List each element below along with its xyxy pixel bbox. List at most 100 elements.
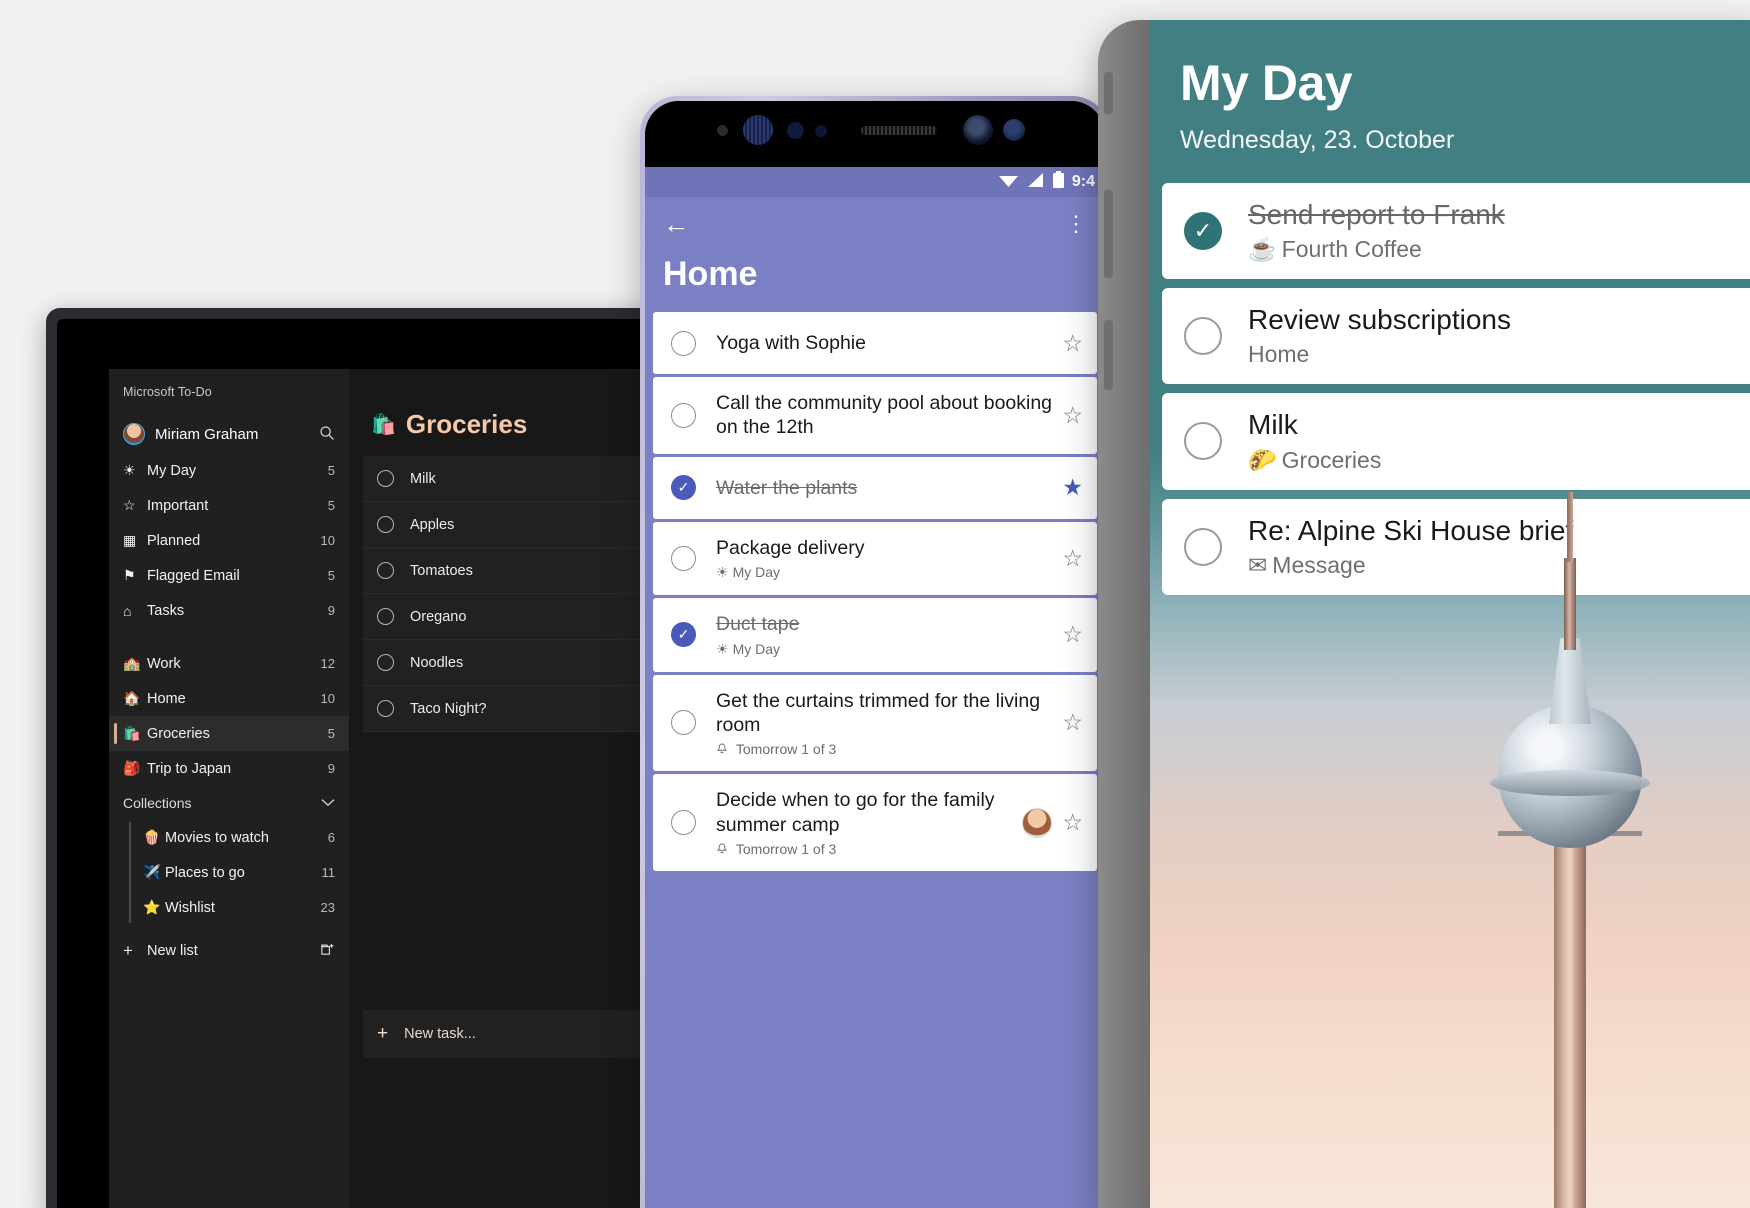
task-meta-label: Groceries [1281, 446, 1382, 473]
new-list-label: New list [147, 943, 198, 959]
airplane-icon: ✈️ [143, 864, 161, 880]
chevron-down-icon[interactable] [321, 796, 335, 810]
sidebar-item-places-to-go[interactable]: ✈️ Places to go 11 [109, 855, 349, 890]
list-item[interactable]: ✓ Duct tape ☀ My Day ☆ [653, 598, 1097, 672]
tower-spike [1564, 558, 1576, 650]
list-item[interactable]: Yoga with Sophie ☆ [653, 312, 1097, 374]
sidebar-item-label: Planned [147, 532, 201, 549]
task-meta-label: My Day [732, 640, 781, 657]
checkbox-circle-icon[interactable] [671, 402, 696, 428]
checkbox-circle-icon[interactable] [671, 810, 696, 836]
tower-mast [1554, 788, 1586, 1208]
list-item[interactable]: Review subscriptions Home [1162, 288, 1750, 385]
task-title: Noodles [410, 654, 464, 671]
sidebar-item-label: Places to go [165, 864, 245, 881]
new-group-icon[interactable] [320, 942, 335, 960]
earpiece-speaker [861, 126, 937, 135]
sidebar-item-work[interactable]: 🏫 Work 12 [109, 646, 349, 681]
list-item[interactable]: Get the curtains trimmed for the living … [653, 674, 1097, 772]
sensor-dot [717, 125, 728, 136]
sidebar-item-count: 23 [320, 900, 335, 915]
person-icon: 🏠 [123, 690, 141, 706]
desktop-sidebar: Microsoft To-Do Miriam Graham ☀ My Day 5… [109, 369, 349, 1208]
checkbox-checked-icon[interactable]: ✓ [671, 622, 696, 648]
search-icon[interactable] [319, 425, 335, 444]
sidebar-item-count: 10 [320, 691, 335, 706]
star-outline-icon[interactable]: ☆ [1062, 709, 1083, 736]
star-outline-icon[interactable]: ☆ [1062, 545, 1083, 572]
list-item[interactable]: ✓ Water the plants ★ [653, 456, 1097, 519]
star-filled-icon[interactable]: ★ [1062, 474, 1083, 501]
sidebar-item-important[interactable]: ☆ Important 5 [109, 488, 349, 523]
checkbox-circle-icon[interactable] [377, 562, 394, 579]
star-outline-icon[interactable]: ☆ [1062, 402, 1083, 429]
bell-icon [716, 741, 732, 757]
sidebar-item-tasks[interactable]: ⌂ Tasks 9 [109, 593, 349, 628]
checkbox-circle-icon[interactable] [377, 470, 394, 487]
android-app-bar-top: ← ⋮ [663, 211, 1087, 237]
date-label: Wednesday, 23. October [1180, 126, 1455, 154]
task-title: Oregano [410, 608, 467, 625]
checkbox-circle-icon[interactable] [377, 700, 394, 717]
sidebar-item-label: Trip to Japan [147, 760, 232, 777]
sidebar-item-my-day[interactable]: ☀ My Day 5 [109, 453, 349, 488]
star-outline-icon[interactable]: ☆ [1062, 621, 1083, 648]
task-meta: Home [1248, 341, 1744, 368]
sidebar-divider [109, 628, 349, 646]
sidebar-item-planned[interactable]: ▦ Planned 10 [109, 523, 349, 558]
checkbox-circle-icon[interactable] [1184, 317, 1222, 356]
envelope-icon: ✉ [1248, 551, 1268, 578]
task-meta-label: Message [1272, 551, 1366, 578]
calendar-icon: ▦ [123, 532, 137, 548]
checkbox-circle-icon[interactable] [671, 330, 696, 356]
back-arrow-icon[interactable]: ← [663, 211, 689, 237]
sidebar-item-label: Movies to watch [165, 829, 269, 846]
list-item[interactable]: Package delivery ☀ My Day ☆ [653, 521, 1097, 596]
checkbox-circle-icon[interactable] [377, 608, 394, 625]
account-name: Miriam Graham [155, 425, 259, 443]
star-outline-icon[interactable]: ☆ [1062, 809, 1083, 836]
volume-up-button[interactable] [1104, 72, 1113, 114]
list-item[interactable]: Milk 🌮 Groceries [1162, 393, 1750, 490]
popcorn-icon: 🍿 [143, 829, 161, 845]
sidebar-item-groceries[interactable]: 🛍️ Groceries 5 [109, 716, 349, 751]
assignee-avatar[interactable] [1022, 807, 1053, 838]
sidebar-item-flagged-email[interactable]: ⚑ Flagged Email 5 [109, 558, 349, 593]
sidebar-item-home[interactable]: 🏠 Home 10 [109, 681, 349, 716]
new-list-button[interactable]: + New list [109, 933, 349, 969]
task-meta: Tomorrow 1 of 3 [716, 841, 1014, 857]
list-item[interactable]: Decide when to go for the family summer … [653, 774, 1097, 871]
power-button[interactable] [1104, 320, 1113, 390]
checkbox-circle-icon[interactable] [671, 545, 696, 571]
checkbox-circle-icon[interactable] [1184, 422, 1222, 461]
sidebar-item-trip-to-japan[interactable]: 🎒 Trip to Japan 9 [109, 751, 349, 786]
list-item[interactable]: Call the community pool about booking on… [653, 377, 1097, 454]
sidebar-item-label: Home [147, 690, 186, 707]
task-title: Review subscriptions [1248, 304, 1511, 336]
task-body: Milk 🌮 Groceries [1248, 409, 1744, 473]
sidebar-item-movies-to-watch[interactable]: 🍿 Movies to watch 6 [109, 820, 349, 855]
ios-task-list: ✓ Send report to Frank ☕ Fourth Coffee Re… [1150, 169, 1750, 595]
home-icon: ⌂ [123, 602, 132, 619]
task-body: Send report to Frank ☕ Fourth Coffee [1248, 199, 1744, 263]
task-title: Get the curtains trimmed for the living … [716, 689, 1041, 736]
task-meta: ☀ My Day [716, 641, 1052, 658]
overflow-menu-icon[interactable]: ⋮ [1065, 213, 1087, 235]
collections-header[interactable]: Collections [109, 786, 349, 820]
volume-down-button[interactable] [1104, 190, 1113, 278]
checkbox-circle-icon[interactable] [671, 710, 696, 736]
sidebar-item-count: 12 [320, 656, 335, 671]
checkbox-circle-icon[interactable] [377, 654, 394, 671]
task-title: Yoga with Sophie [716, 331, 866, 354]
checkbox-checked-icon[interactable]: ✓ [1184, 212, 1222, 251]
task-title: Call the community pool about booking on… [716, 392, 1053, 439]
plus-icon: + [377, 1023, 389, 1044]
checkbox-circle-icon[interactable] [377, 516, 394, 533]
star-outline-icon[interactable]: ☆ [1062, 330, 1083, 357]
checkbox-circle-icon[interactable] [1184, 527, 1222, 566]
sidebar-item-wishlist[interactable]: ⭐ Wishlist 23 [109, 890, 349, 925]
task-title: Decide when to go for the family summer … [716, 789, 995, 836]
list-item[interactable]: ✓ Send report to Frank ☕ Fourth Coffee [1162, 183, 1750, 280]
account-row[interactable]: Miriam Graham [109, 415, 349, 453]
checkbox-checked-icon[interactable]: ✓ [671, 475, 696, 501]
